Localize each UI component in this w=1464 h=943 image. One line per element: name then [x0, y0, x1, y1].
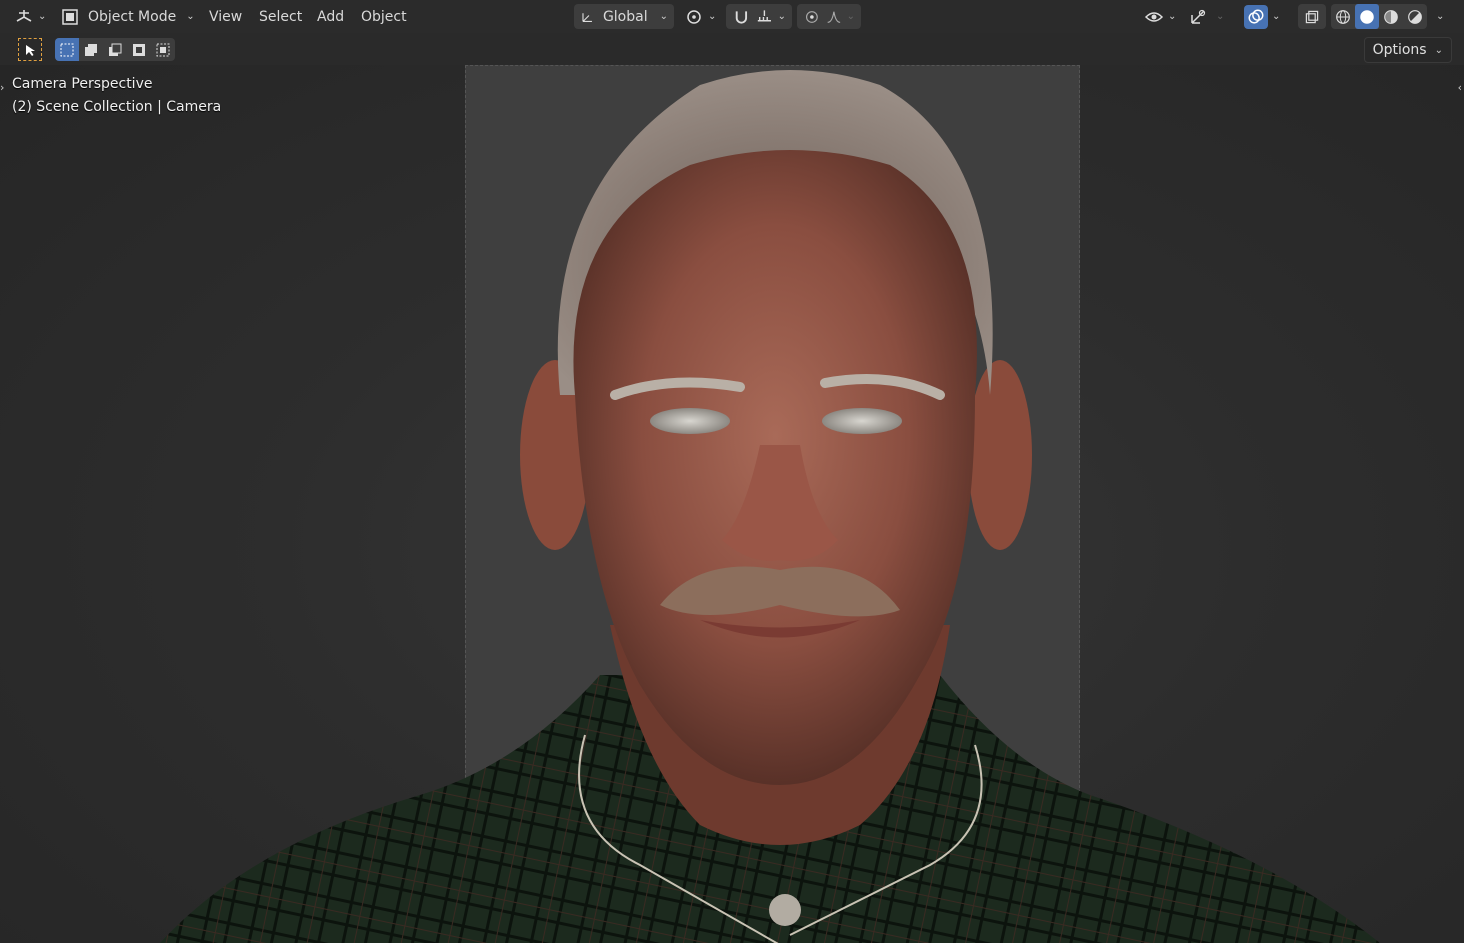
scene-collection-label: (2) Scene Collection | Camera [12, 99, 222, 115]
xray-toggle[interactable] [1298, 4, 1326, 29]
snap-increment-icon [757, 9, 771, 21]
chevron-down-icon: ⌄ [659, 11, 668, 22]
menu-view[interactable]: View [209, 4, 242, 29]
select-invert-icon [133, 43, 145, 56]
shirt-button [769, 894, 801, 926]
chevron-down-icon: ⌄ [1216, 11, 1225, 22]
chevron-down-icon: ⌄ [186, 11, 195, 22]
chevron-down-icon: ⌄ [777, 11, 786, 22]
chevron-down-icon: ⌄ [708, 11, 717, 22]
chevron-down-icon: ⌄ [1272, 11, 1281, 22]
tool-header: Options ⌄ [0, 33, 1464, 65]
viewport-header: ⌄ Object Mode ⌄ View Select Add Object G… [0, 0, 1464, 33]
editor-type-button[interactable]: ⌄ [14, 4, 46, 29]
chevron-down-icon: ⌄ [1434, 44, 1443, 56]
falloff-icon [827, 11, 841, 23]
pivot-icon [687, 9, 701, 24]
solid-shading-button[interactable] [1355, 4, 1379, 29]
overlays-icon [1248, 9, 1264, 24]
select-new-button[interactable] [55, 38, 79, 61]
mode-selector[interactable]: Object Mode ⌄ [60, 4, 195, 29]
right-eye [822, 408, 902, 434]
chevron-down-icon: ⌄ [846, 11, 855, 22]
left-eye [650, 408, 730, 434]
menu-add[interactable]: Add [317, 4, 344, 29]
chevron-down-icon: ⌄ [1436, 11, 1445, 22]
material-sphere-icon [1384, 9, 1398, 24]
gizmo-toggle[interactable]: ⌄ [1188, 4, 1224, 29]
wireframe-icon [1336, 9, 1350, 24]
eye-icon [1144, 11, 1164, 22]
object-visibility-button[interactable]: ⌄ [1144, 4, 1176, 29]
select-invert-button[interactable] [127, 38, 151, 61]
orientation-label: Global [602, 8, 648, 25]
3d-viewport[interactable]: Camera Perspective (2) Scene Collection … [0, 65, 1464, 943]
rendered-shading-button[interactable] [1403, 4, 1427, 29]
object-mode-icon [62, 8, 78, 25]
mode-label: Object Mode [88, 8, 177, 25]
proportional-edit-icon [805, 10, 818, 23]
pivot-point-button[interactable]: ⌄ [684, 4, 716, 29]
options-dropdown[interactable]: Options ⌄ [1363, 37, 1452, 63]
menu-object[interactable]: Object [361, 4, 407, 29]
transform-orientation-dropdown[interactable]: Global ⌄ [574, 4, 674, 29]
select-box-tool[interactable] [18, 38, 42, 61]
material-preview-button[interactable] [1379, 4, 1403, 29]
snapping-group[interactable]: ⌄ [726, 4, 792, 29]
wireframe-shading-button[interactable] [1331, 4, 1355, 29]
gizmo-icon [1191, 9, 1206, 24]
select-new-icon [60, 43, 74, 56]
sidebar-expand-icon[interactable]: ‹ [1458, 81, 1462, 94]
solid-sphere-icon [1360, 9, 1374, 24]
toolbar-expand-icon[interactable]: › [0, 81, 4, 94]
shading-options-dropdown[interactable]: ⌄ [1432, 4, 1444, 29]
chevron-down-icon: ⌄ [1168, 11, 1177, 22]
right-ear [968, 360, 1032, 550]
shading-modes [1331, 4, 1427, 29]
axis-icon [582, 12, 592, 22]
rendered-sphere-icon [1408, 9, 1422, 24]
select-extend-button[interactable] [79, 38, 103, 61]
select-intersect-button[interactable] [151, 38, 175, 61]
select-extend-icon [85, 43, 97, 56]
magnet-icon [735, 10, 748, 24]
select-subtract-button[interactable] [103, 38, 127, 61]
proportional-editing-group[interactable]: ⌄ [797, 4, 861, 29]
view-name-label: Camera Perspective [12, 76, 153, 92]
viewport-icon [16, 9, 32, 22]
selection-mode-group [55, 38, 175, 61]
select-subtract-icon [109, 43, 122, 56]
character-render [160, 70, 1380, 943]
overlays-toggle[interactable]: ⌄ [1244, 4, 1280, 29]
menu-select[interactable]: Select [259, 4, 302, 29]
cursor-arrow-icon [26, 44, 35, 56]
options-label: Options [1372, 42, 1427, 58]
select-intersect-icon [156, 43, 170, 56]
chevron-down-icon: ⌄ [38, 11, 47, 22]
xray-icon [1305, 10, 1319, 23]
